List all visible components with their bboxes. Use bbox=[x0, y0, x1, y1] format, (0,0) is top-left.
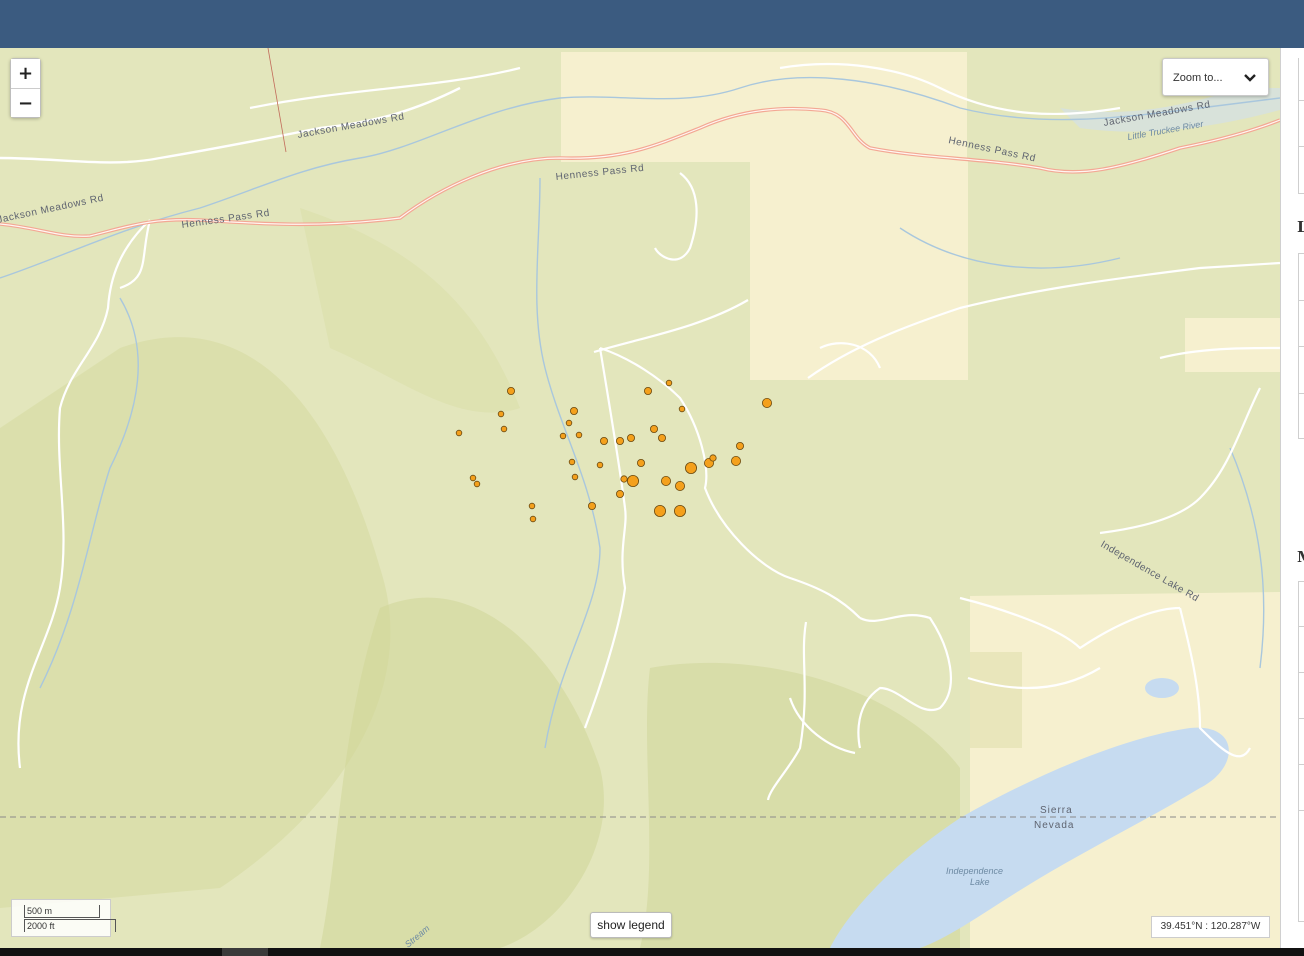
bottom-bar bbox=[0, 948, 1304, 956]
panel-divider bbox=[1298, 300, 1304, 301]
svg-text:Independence: Independence bbox=[946, 866, 1003, 876]
panel-divider bbox=[1298, 193, 1304, 194]
panel-divider bbox=[1298, 718, 1304, 719]
earthquake-marker[interactable] bbox=[575, 431, 583, 439]
panel-divider bbox=[1298, 146, 1304, 147]
panel-divider bbox=[1298, 100, 1304, 101]
earthquake-marker[interactable] bbox=[675, 480, 686, 491]
earthquake-marker[interactable] bbox=[497, 410, 505, 418]
earthquake-marker[interactable] bbox=[588, 501, 597, 510]
panel-divider bbox=[1298, 581, 1299, 921]
panel-divider bbox=[1298, 346, 1304, 347]
earthquake-marker[interactable] bbox=[571, 473, 579, 481]
panel-divider bbox=[1298, 393, 1304, 394]
earthquake-marker[interactable] bbox=[570, 406, 579, 415]
private-land-parcel bbox=[970, 652, 1022, 748]
earthquake-marker[interactable] bbox=[654, 504, 667, 517]
zoom-out-button[interactable]: − bbox=[11, 88, 40, 117]
panel-divider bbox=[1298, 581, 1304, 582]
earthquake-marker[interactable] bbox=[529, 515, 537, 523]
earthquake-marker[interactable] bbox=[665, 379, 673, 387]
app-header bbox=[0, 0, 1304, 49]
earthquake-marker[interactable] bbox=[559, 432, 567, 440]
panel-divider bbox=[1298, 921, 1304, 922]
earthquake-marker[interactable] bbox=[731, 455, 742, 466]
panel-divider bbox=[1298, 626, 1304, 627]
panel-divider bbox=[1298, 764, 1304, 765]
private-land-parcel bbox=[1185, 318, 1280, 372]
earthquake-marker[interactable] bbox=[661, 475, 672, 486]
earthquake-marker[interactable] bbox=[500, 425, 508, 433]
earthquake-marker[interactable] bbox=[455, 429, 463, 437]
panel-section-heading: L bbox=[1297, 218, 1304, 236]
earthquake-marker[interactable] bbox=[637, 458, 646, 467]
svg-text:Lake: Lake bbox=[970, 877, 990, 887]
svg-text:Nevada: Nevada bbox=[1034, 820, 1074, 831]
earthquake-marker[interactable] bbox=[650, 424, 659, 433]
earthquake-marker[interactable] bbox=[568, 458, 576, 466]
scale-metric: 500 m bbox=[24, 905, 100, 918]
pond bbox=[1145, 678, 1179, 698]
earthquake-marker[interactable] bbox=[565, 419, 573, 427]
zoom-in-button[interactable]: + bbox=[11, 59, 40, 88]
panel-divider bbox=[1298, 810, 1304, 811]
earthquake-marker[interactable] bbox=[469, 474, 477, 482]
earthquake-marker[interactable] bbox=[627, 433, 636, 442]
map-layer: Jackson Meadows Rd Jackson Meadows Rd Ja… bbox=[0, 48, 1280, 948]
earthquake-marker[interactable] bbox=[685, 461, 698, 474]
panel-divider bbox=[1298, 253, 1304, 254]
earthquake-marker[interactable] bbox=[736, 441, 745, 450]
chevron-down-icon bbox=[1244, 74, 1256, 82]
earthquake-marker[interactable] bbox=[506, 386, 515, 395]
show-legend-button[interactable]: show legend bbox=[590, 912, 672, 938]
earthquake-marker[interactable] bbox=[600, 436, 609, 445]
panel-section-heading: M bbox=[1297, 548, 1304, 566]
zoom-to-label: Zoom to... bbox=[1173, 72, 1223, 84]
map-canvas[interactable]: Jackson Meadows Rd Jackson Meadows Rd Ja… bbox=[0, 48, 1280, 948]
zoom-to-dropdown[interactable]: Zoom to... bbox=[1162, 58, 1269, 96]
earthquake-marker[interactable] bbox=[658, 433, 667, 442]
earthquake-marker[interactable] bbox=[616, 436, 625, 445]
earthquake-marker[interactable] bbox=[644, 386, 653, 395]
panel-divider bbox=[1298, 672, 1304, 673]
earthquake-marker[interactable] bbox=[616, 489, 625, 498]
private-land-parcel bbox=[561, 52, 967, 162]
panel-divider bbox=[1298, 58, 1299, 193]
earthquake-marker[interactable] bbox=[528, 502, 536, 510]
scale-imperial: 2000 ft bbox=[24, 919, 116, 932]
svg-text:Sierra: Sierra bbox=[1040, 805, 1073, 816]
side-panel: L M bbox=[1280, 48, 1304, 948]
panel-divider bbox=[1298, 438, 1304, 439]
coordinate-readout: 39.451°N : 120.287°W bbox=[1151, 916, 1270, 938]
scale-bar: 500 m 2000 ft bbox=[11, 899, 116, 937]
zoom-control: + − bbox=[10, 58, 41, 118]
earthquake-marker[interactable] bbox=[709, 454, 717, 462]
earthquake-marker[interactable] bbox=[762, 397, 773, 408]
earthquake-marker[interactable] bbox=[627, 474, 640, 487]
bottom-tab[interactable] bbox=[222, 948, 268, 956]
earthquake-marker[interactable] bbox=[596, 461, 604, 469]
earthquake-marker[interactable] bbox=[473, 480, 481, 488]
earthquake-marker[interactable] bbox=[674, 504, 687, 517]
earthquake-marker[interactable] bbox=[678, 405, 686, 413]
earthquake-marker[interactable] bbox=[620, 475, 628, 483]
